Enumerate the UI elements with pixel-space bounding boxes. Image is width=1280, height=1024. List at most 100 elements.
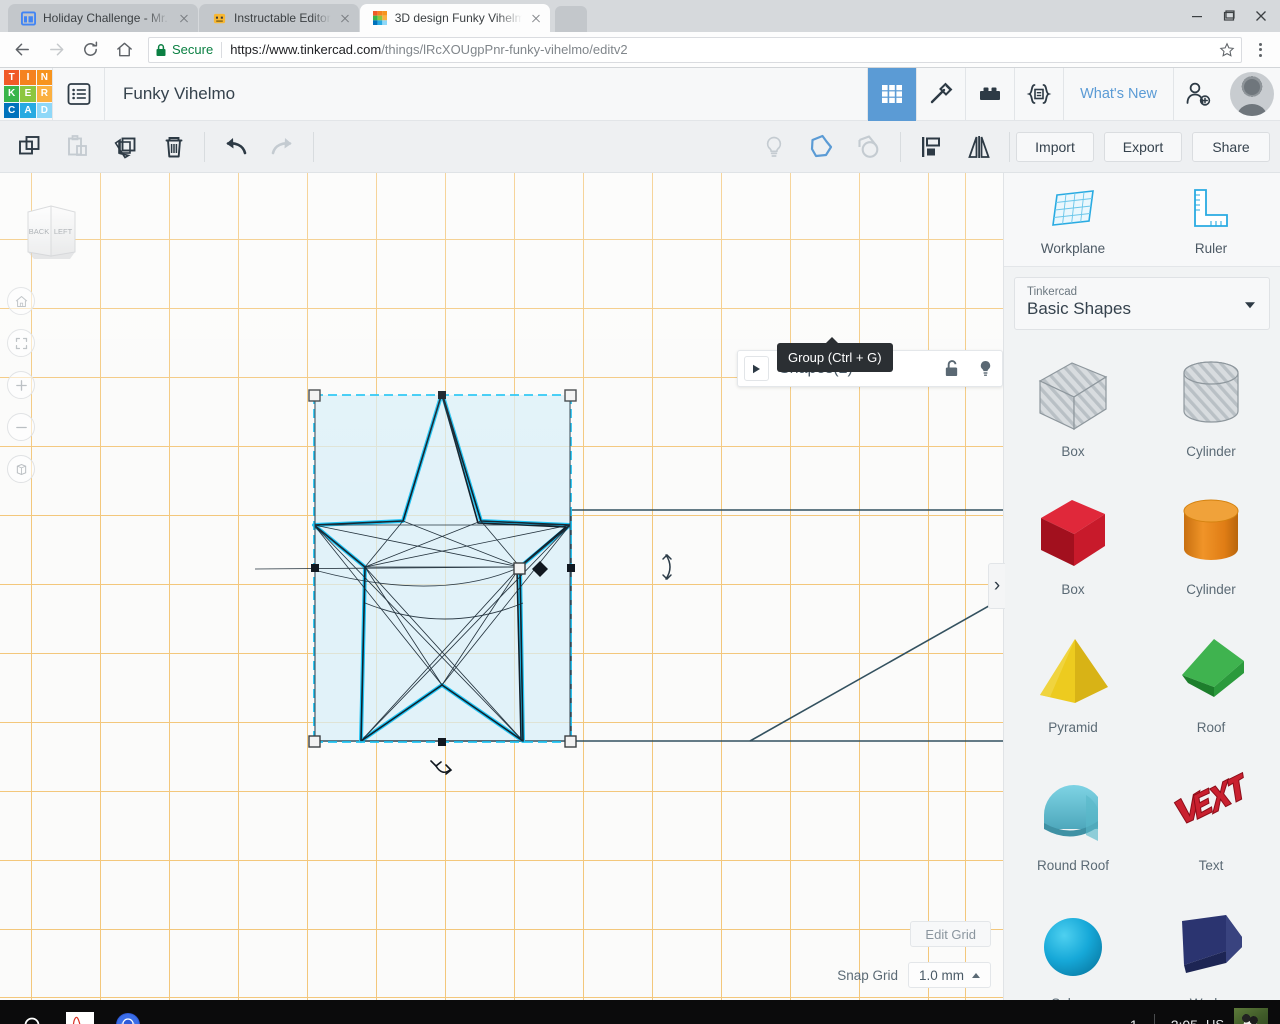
lock-icon xyxy=(155,43,167,57)
zoom-out-button[interactable] xyxy=(7,413,35,441)
close-icon[interactable] xyxy=(176,10,192,26)
brick-icon[interactable] xyxy=(965,67,1014,121)
editor-toolbar: Import Export Share xyxy=(0,121,1280,173)
zoom-in-button[interactable] xyxy=(7,371,35,399)
hole-box-thumb xyxy=(1030,350,1116,442)
chrome-icon[interactable] xyxy=(104,1000,152,1024)
window-controls xyxy=(1182,4,1276,28)
three-dot-menu-icon[interactable] xyxy=(1248,42,1272,57)
address-bar[interactable]: Secure https://www.tinkercad.com/things/… xyxy=(148,36,1242,63)
delete-icon[interactable] xyxy=(150,121,198,173)
fit-view-button[interactable] xyxy=(7,329,35,357)
group-icon[interactable] xyxy=(798,121,846,173)
copy-icon[interactable] xyxy=(6,121,54,173)
roof-thumb xyxy=(1168,626,1254,718)
shape-item-text[interactable]: Text xyxy=(1142,758,1280,896)
snap-grid-select[interactable]: 1.0 mm xyxy=(907,962,991,988)
close-window-button[interactable] xyxy=(1246,4,1276,28)
browser-tab-title: Instructable Editor xyxy=(234,11,331,25)
close-icon[interactable] xyxy=(528,10,544,26)
shape-item-cylinder[interactable]: Cylinder xyxy=(1142,482,1280,620)
logo-tile: D xyxy=(36,102,52,118)
shape-label: Cylinder xyxy=(1186,582,1236,597)
back-arrow-icon[interactable] xyxy=(8,36,36,64)
launcher-circle-icon[interactable] xyxy=(8,1000,56,1024)
shape-label: Sphere xyxy=(1051,996,1095,1000)
share-button[interactable]: Share xyxy=(1192,131,1270,162)
star-icon[interactable] xyxy=(1211,41,1235,58)
ruler-label: Ruler xyxy=(1194,241,1228,256)
shape-library-select[interactable]: Tinkercad Basic Shapes xyxy=(1014,277,1270,330)
app-header: T I N K E R C A D Funky Vihelmo What's N… xyxy=(0,67,1280,121)
minimize-window-button[interactable] xyxy=(1182,4,1212,28)
shape-item-pyramid[interactable]: Pyramid xyxy=(1004,620,1142,758)
ungroup-icon[interactable] xyxy=(846,121,894,173)
shape-item-roof[interactable]: Roof xyxy=(1142,620,1280,758)
duplicate-icon[interactable] xyxy=(102,121,150,173)
shape-label: Cylinder xyxy=(1186,444,1236,459)
reload-icon[interactable] xyxy=(76,36,104,64)
window-layout-icon xyxy=(20,10,36,26)
new-tab-button[interactable] xyxy=(554,6,587,32)
view-cube[interactable]: BACK LEFT xyxy=(24,201,102,271)
window-count[interactable]: 1 xyxy=(1114,1017,1154,1024)
tooltip: Group (Ctrl + G) xyxy=(777,337,893,372)
graph-app-icon[interactable] xyxy=(56,1000,104,1024)
redo-icon[interactable] xyxy=(259,121,307,173)
wedge-thumb xyxy=(1168,902,1254,994)
collapse-panel-button[interactable]: › xyxy=(988,563,1005,609)
input-locale[interactable]: US xyxy=(1206,1017,1234,1024)
home-icon[interactable] xyxy=(110,36,138,64)
panda-avatar[interactable] xyxy=(1234,1007,1268,1024)
hammer-icon[interactable] xyxy=(916,67,965,121)
pyramid-thumb xyxy=(1030,626,1116,718)
ruler-tool[interactable]: Ruler xyxy=(1142,173,1280,266)
maximize-window-button[interactable] xyxy=(1214,4,1244,28)
grid-icon[interactable] xyxy=(867,67,917,121)
home-view-button[interactable] xyxy=(7,287,35,315)
unlock-icon[interactable] xyxy=(934,359,968,378)
shape-label: Round Roof xyxy=(1036,858,1110,873)
workplane-canvas[interactable]: BACK LEFT Edit Grid Snap Grid 1.0 mm Gro… xyxy=(0,173,1003,1000)
url-host: https://www.tinkercad.com xyxy=(230,42,382,57)
user-avatar[interactable] xyxy=(1230,72,1274,116)
lightbulb-icon[interactable] xyxy=(968,359,1002,378)
browser-tab-3[interactable]: 3D design Funky Vihelm xyxy=(359,4,550,32)
play-triangle-icon[interactable] xyxy=(744,356,769,381)
browser-tab-1[interactable]: Holiday Challenge - Mr. C xyxy=(8,4,198,32)
paste-icon[interactable] xyxy=(54,121,102,173)
os-taskbar: 1 2:05 US xyxy=(0,1000,1280,1024)
import-button[interactable]: Import xyxy=(1016,131,1094,162)
shape-thumbnail-grid: Box Cylinder Box Cylinder Pyramid Roof R… xyxy=(1004,342,1280,1000)
add-person-icon[interactable] xyxy=(1173,67,1222,121)
shape-label: Roof xyxy=(1196,720,1226,735)
clock[interactable]: 2:05 xyxy=(1155,1017,1206,1024)
mirror-icon[interactable] xyxy=(955,121,1003,173)
shape-item-hole-cylinder[interactable]: Cylinder xyxy=(1142,344,1280,482)
shape-label: Box xyxy=(1061,582,1085,597)
edit-grid-button[interactable]: Edit Grid xyxy=(910,921,991,947)
shape-item-wedge[interactable]: Wedge xyxy=(1142,896,1280,1000)
tinkercad-logo[interactable]: T I N K E R C A D xyxy=(4,70,52,118)
shape-item-hole-box[interactable]: Box xyxy=(1004,344,1142,482)
undo-icon[interactable] xyxy=(211,121,259,173)
list-menu-icon[interactable] xyxy=(52,67,105,121)
browser-tab-2[interactable]: Instructable Editor xyxy=(199,4,359,32)
align-icon[interactable] xyxy=(907,121,955,173)
lightbulb-icon[interactable] xyxy=(750,121,798,173)
snap-grid-label: Snap Grid xyxy=(837,967,898,983)
whats-new-link[interactable]: What's New xyxy=(1063,67,1173,121)
ortho-perspective-button[interactable] xyxy=(7,455,35,483)
shape-label: Text xyxy=(1198,858,1224,873)
browser-tab-bar: Holiday Challenge - Mr. C Instructable E… xyxy=(0,0,1280,32)
workplane-tool[interactable]: Workplane xyxy=(1004,173,1142,266)
shape-item-sphere[interactable]: Sphere xyxy=(1004,896,1142,1000)
forward-arrow-icon[interactable] xyxy=(42,36,70,64)
viewcube-face-back: BACK xyxy=(29,227,49,236)
shape-item-round-roof[interactable]: Round Roof xyxy=(1004,758,1142,896)
toolbar-divider xyxy=(1009,131,1010,162)
export-button[interactable]: Export xyxy=(1104,131,1182,162)
close-icon[interactable] xyxy=(337,10,353,26)
codeblocks-icon[interactable] xyxy=(1014,67,1063,121)
shape-item-box[interactable]: Box xyxy=(1004,482,1142,620)
